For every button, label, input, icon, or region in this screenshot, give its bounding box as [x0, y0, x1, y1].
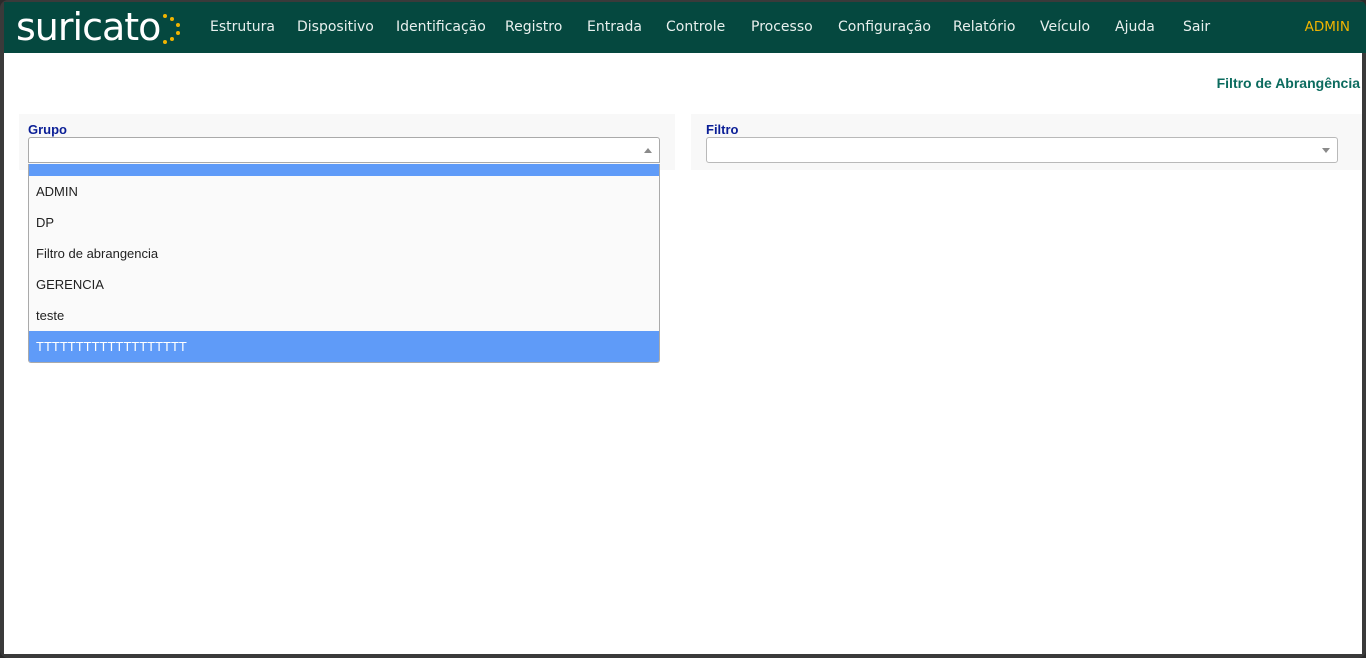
chevron-down-icon — [1322, 148, 1330, 153]
menu-configuracao[interactable]: Configuração — [838, 2, 931, 53]
logo-dots-icon — [163, 14, 181, 44]
logo-text: suricato — [16, 5, 161, 49]
menu-registro[interactable]: Registro — [505, 2, 562, 53]
app-window: suricato Estrutura Dispositivo Identific… — [0, 0, 1366, 658]
menu-dispositivo[interactable]: Dispositivo — [297, 2, 374, 53]
grupo-label: Grupo — [28, 122, 67, 137]
filtro-panel: Filtro — [691, 114, 1362, 170]
grupo-option-highlighted[interactable]: TTTTTTTTTTTTTTTTTTT — [29, 331, 659, 362]
grupo-option-empty[interactable] — [29, 164, 659, 176]
suricato-logo[interactable]: suricato — [16, 4, 183, 50]
grupo-select[interactable] — [28, 137, 660, 163]
menu-relatorio[interactable]: Relatório — [953, 2, 1015, 53]
menu-entrada[interactable]: Entrada — [587, 2, 642, 53]
menu-veiculo[interactable]: Veículo — [1040, 2, 1090, 53]
grupo-dropdown-list: ADMIN DP Filtro de abrangencia GERENCIA … — [28, 164, 660, 363]
menu-ajuda[interactable]: Ajuda — [1115, 2, 1155, 53]
grupo-option[interactable]: Filtro de abrangencia — [29, 238, 659, 269]
grupo-option[interactable]: ADMIN — [29, 176, 659, 207]
grupo-option[interactable]: teste — [29, 300, 659, 331]
page-title: Filtro de Abrangência — [1216, 75, 1360, 91]
menu-processo[interactable]: Processo — [751, 2, 813, 53]
main-content: Filtro de Abrangência Grupo Filtro ADMIN… — [4, 53, 1362, 654]
top-navbar: suricato Estrutura Dispositivo Identific… — [4, 2, 1366, 53]
filtro-label: Filtro — [706, 122, 739, 137]
chevron-up-icon — [644, 148, 652, 153]
menu-controle[interactable]: Controle — [666, 2, 725, 53]
grupo-panel: Grupo — [19, 114, 675, 170]
filtro-select[interactable] — [706, 137, 1338, 163]
user-menu[interactable]: ADMIN — [1305, 2, 1350, 53]
menu-estrutura[interactable]: Estrutura — [210, 2, 275, 53]
menu-sair[interactable]: Sair — [1183, 2, 1210, 53]
grupo-option[interactable]: GERENCIA — [29, 269, 659, 300]
grupo-option[interactable]: DP — [29, 207, 659, 238]
menu-identificacao[interactable]: Identificação — [396, 2, 486, 53]
